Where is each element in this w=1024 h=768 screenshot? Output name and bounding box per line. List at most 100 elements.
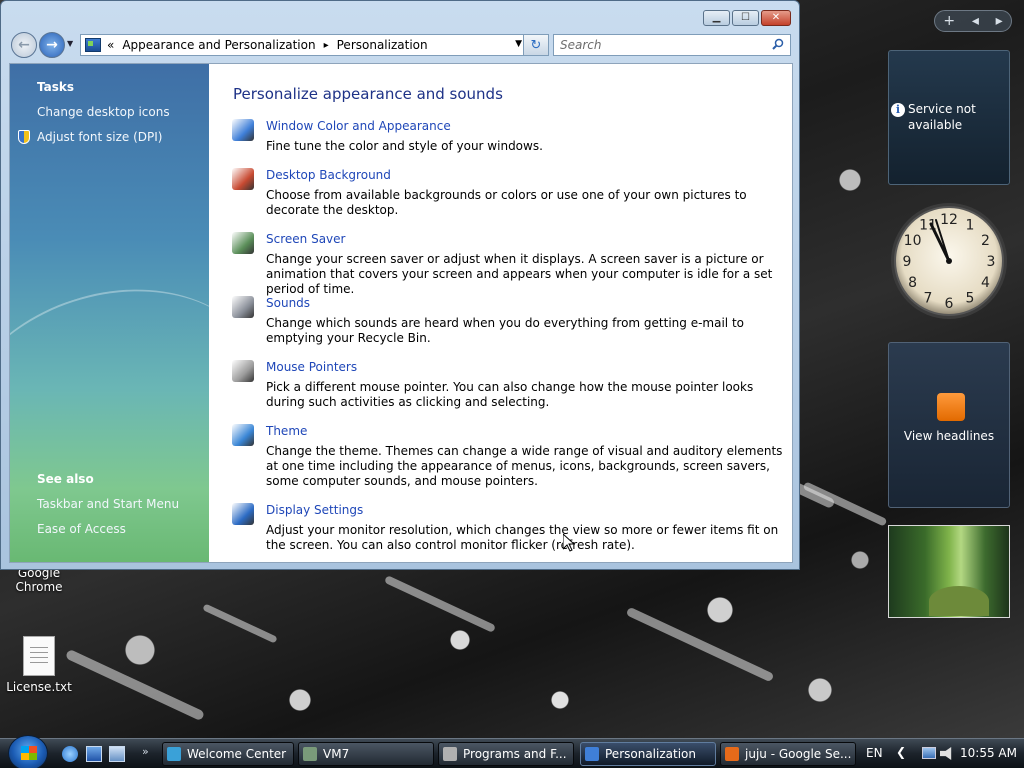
clock-numeral: 7 — [924, 290, 933, 306]
taskbar-button-firefox[interactable]: juju - Google Se... — [720, 742, 856, 766]
next-gadget-page-button[interactable]: ▸ — [996, 13, 1003, 29]
rss-feed-icon — [937, 393, 965, 421]
desktop-background-link[interactable]: Desktop Background — [266, 168, 391, 182]
slideshow-gadget[interactable] — [888, 525, 1010, 618]
view-headlines-label[interactable]: View headlines — [889, 429, 1009, 443]
mouse-pointers-icon — [232, 360, 254, 382]
close-button[interactable]: ✕ — [761, 10, 791, 26]
clock-numeral: 10 — [904, 233, 922, 249]
language-indicator[interactable]: EN — [866, 746, 883, 760]
mouse-pointers-link[interactable]: Mouse Pointers — [266, 360, 357, 374]
uac-shield-icon — [18, 130, 30, 144]
network-icon[interactable] — [922, 747, 936, 759]
screen-saver-link[interactable]: Screen Saver — [266, 232, 345, 246]
page-title: Personalize appearance and sounds — [233, 85, 503, 103]
recent-pages-dropdown[interactable]: ▼ — [67, 39, 73, 48]
desktop-icon-label: License.txt — [6, 680, 72, 694]
display-settings-icon — [232, 503, 254, 525]
theme-link[interactable]: Theme — [266, 424, 307, 438]
address-bar[interactable]: « Appearance and Personalization ▸ Perso… — [80, 34, 527, 56]
previous-gadget-page-button[interactable]: ◂ — [972, 13, 979, 29]
weather-gadget[interactable]: i Service not available — [888, 50, 1010, 185]
display-settings-description: Adjust your monitor resolution, which ch… — [266, 523, 779, 552]
desktop-background-icon — [232, 168, 254, 190]
search-icon[interactable] — [772, 38, 784, 50]
tasks-heading: Tasks — [37, 80, 75, 94]
task-label: juju - Google Se... — [745, 747, 852, 761]
firefox-icon — [725, 747, 739, 761]
quick-launch-overflow-button[interactable]: » — [142, 745, 149, 758]
navigation-bar: ← → ▼ « Appearance and Personalization ▸… — [9, 32, 791, 58]
switch-windows-icon[interactable] — [109, 746, 125, 762]
main-pane: Personalize appearance and sounds Window… — [232, 64, 792, 562]
taskbar-start-menu-link[interactable]: Taskbar and Start Menu — [37, 497, 179, 511]
desktop-icon-google-chrome[interactable]: Google Chrome — [4, 566, 74, 594]
taskbar-button-programs-and-features[interactable]: Programs and F... — [438, 742, 574, 766]
content-area: Tasks Change desktop icons Adjust font s… — [9, 63, 793, 563]
control-panel-icon — [85, 38, 101, 52]
search-placeholder: Search — [560, 38, 602, 52]
forest-path-photo — [929, 586, 989, 616]
mouse-cursor-icon — [563, 534, 575, 552]
theme-icon — [232, 424, 254, 446]
sounds-icon — [232, 296, 254, 318]
clock-numeral: 9 — [903, 254, 912, 270]
show-desktop-icon[interactable] — [86, 746, 102, 762]
system-clock[interactable]: 10:55 AM — [960, 746, 1017, 760]
screen-saver-description: Change your screen saver or adjust when … — [266, 252, 773, 296]
maximize-button[interactable]: ☐ — [732, 10, 759, 26]
volume-muted-icon[interactable] — [940, 747, 952, 760]
taskbar-button-personalization[interactable]: Personalization — [580, 742, 716, 766]
feed-headlines-gadget[interactable]: View headlines — [888, 342, 1010, 508]
mouse-pointers-description: Pick a different mouse pointer. You can … — [266, 380, 754, 409]
ease-of-access-link[interactable]: Ease of Access — [37, 522, 126, 536]
breadcrumb-prefix[interactable]: « — [107, 38, 114, 52]
task-label: Welcome Center — [187, 747, 287, 761]
clock-numeral: 6 — [945, 296, 954, 312]
text-file-icon — [23, 636, 55, 676]
window-color-description: Fine tune the color and style of your wi… — [266, 139, 543, 153]
change-desktop-icons-link[interactable]: Change desktop icons — [37, 105, 170, 119]
window-controls: ▁ ☐ ✕ — [703, 10, 791, 26]
adjust-font-size-link[interactable]: Adjust font size (DPI) — [37, 130, 162, 144]
address-dropdown-button[interactable]: ▼ — [515, 39, 522, 49]
clock-numeral: 4 — [981, 275, 990, 291]
clock-numeral: 5 — [966, 290, 975, 306]
taskbar-button-welcome-center[interactable]: Welcome Center — [162, 742, 294, 766]
taskbar-button-vm7[interactable]: VM7 — [298, 742, 434, 766]
start-button[interactable] — [8, 735, 48, 768]
desktop-background-description: Choose from available backgrounds or col… — [266, 188, 747, 217]
programs-icon — [443, 747, 457, 761]
clock-numeral: 2 — [981, 233, 990, 249]
desktop-icon-label: Google Chrome — [15, 566, 63, 594]
folder-icon — [303, 747, 317, 761]
window-color-icon — [232, 119, 254, 141]
breadcrumb-appearance[interactable]: Appearance and Personalization — [122, 38, 315, 52]
theme-description: Change the theme. Themes can change a wi… — [266, 444, 783, 488]
add-gadget-button[interactable]: + — [943, 13, 955, 29]
search-input[interactable]: Search — [553, 34, 791, 56]
task-label: Programs and F... — [463, 747, 567, 761]
service-message: Service not available — [908, 102, 976, 132]
back-button[interactable]: ← — [11, 32, 37, 58]
clock-numeral: 12 — [940, 212, 958, 228]
clock-numeral: 8 — [908, 275, 917, 291]
clock-gadget[interactable]: 12 1 2 3 4 5 6 7 8 9 10 11 — [888, 198, 1010, 324]
refresh-button[interactable]: ↻ — [523, 34, 549, 56]
clock-face: 12 1234567891011 — [891, 203, 1007, 319]
display-settings-link[interactable]: Display Settings — [266, 503, 363, 517]
window-color-link[interactable]: Window Color and Appearance — [266, 119, 451, 133]
desktop-icon-license-txt[interactable]: License.txt — [4, 636, 74, 694]
sounds-link[interactable]: Sounds — [266, 296, 310, 310]
breadcrumb-separator[interactable]: ▸ — [324, 40, 329, 51]
task-label: VM7 — [323, 747, 350, 761]
forward-button[interactable]: → — [39, 32, 65, 58]
see-also-heading: See also — [37, 472, 94, 486]
personalization-window: ▁ ☐ ✕ ← → ▼ « Appearance and Personaliza… — [0, 0, 800, 570]
breadcrumb-personalization[interactable]: Personalization — [337, 38, 428, 52]
show-hidden-icons-button[interactable]: ❮ — [896, 745, 906, 759]
internet-explorer-icon[interactable] — [62, 746, 78, 762]
clock-numeral: 1 — [966, 218, 975, 234]
clock-numeral: 3 — [987, 254, 996, 270]
minimize-button[interactable]: ▁ — [703, 10, 730, 26]
